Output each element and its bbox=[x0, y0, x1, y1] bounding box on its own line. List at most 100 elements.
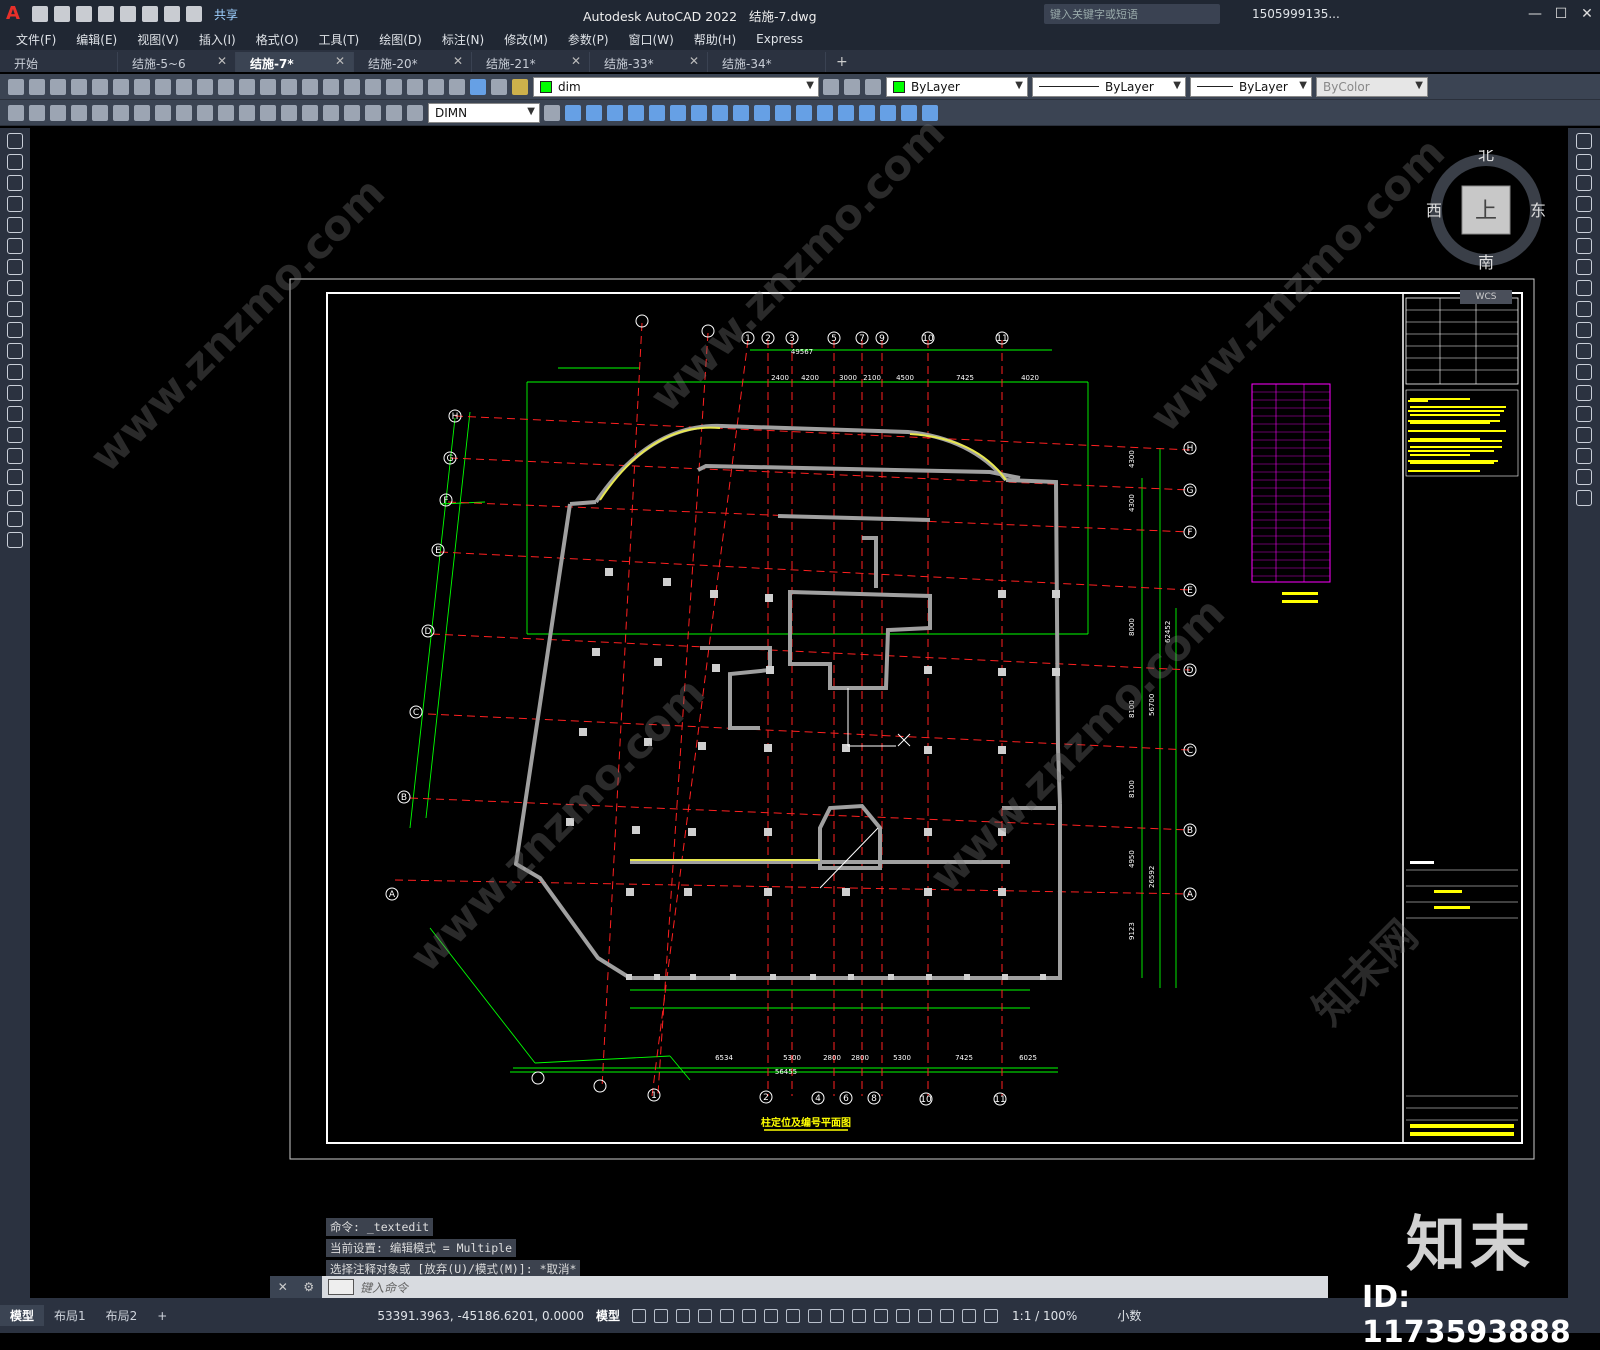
move-icon[interactable] bbox=[1576, 238, 1592, 254]
matchprop-icon[interactable] bbox=[197, 78, 213, 95]
search-input[interactable]: 键入关键字或短语 bbox=[1044, 4, 1220, 24]
dynamic-ucs-icon[interactable] bbox=[896, 1308, 911, 1323]
add-selected-icon[interactable] bbox=[7, 532, 23, 548]
annotation-scale[interactable]: 1:1 / 100% bbox=[1012, 1309, 1077, 1323]
compass-east[interactable]: 东 bbox=[1530, 201, 1546, 220]
jogged-linear-icon[interactable] bbox=[344, 104, 360, 121]
viewcube[interactable]: 上 北 南 东 西 WCS bbox=[1426, 145, 1546, 304]
command-input-bar[interactable]: ✕ ⚙ 键入命令 bbox=[270, 1276, 1328, 1298]
new-icon[interactable] bbox=[8, 78, 24, 95]
layout-tab-1[interactable]: 布局1 bbox=[44, 1305, 96, 1326]
zoom-window-icon[interactable] bbox=[302, 78, 318, 95]
infer-icon[interactable] bbox=[676, 1308, 691, 1323]
dim-diameter-icon[interactable] bbox=[134, 104, 150, 121]
gizmo-icon[interactable] bbox=[940, 1308, 955, 1323]
erase-icon[interactable] bbox=[1576, 133, 1592, 149]
maximize-button[interactable]: ☐ bbox=[1548, 0, 1574, 28]
autocad-logo[interactable]: A bbox=[0, 0, 26, 28]
drawing-canvas[interactable]: 1 2 3 5 7 9 10 11 1 2 4 6 8 10 11 H G F … bbox=[30, 128, 1568, 1278]
make-current-icon[interactable] bbox=[823, 78, 839, 95]
solid-icon-5[interactable] bbox=[649, 104, 665, 121]
solid-icon-8[interactable] bbox=[712, 104, 728, 121]
close-icon[interactable]: ✕ bbox=[278, 1280, 288, 1294]
construction-line-icon[interactable] bbox=[7, 154, 23, 170]
dim-ordinate-icon[interactable] bbox=[71, 104, 87, 121]
tolerance-icon[interactable] bbox=[281, 104, 297, 121]
solid-icon-2[interactable] bbox=[586, 104, 602, 121]
menu-parameters[interactable]: 参数(P) bbox=[568, 31, 609, 48]
menu-dimension[interactable]: 标注(N) bbox=[442, 31, 484, 48]
rectangle-icon[interactable] bbox=[7, 217, 23, 233]
designcenter-icon[interactable] bbox=[365, 78, 381, 95]
polyline-icon[interactable] bbox=[7, 175, 23, 191]
publish-icon[interactable] bbox=[113, 78, 129, 95]
layer-match-icon[interactable] bbox=[865, 78, 881, 95]
layer-dropdown[interactable]: dim ▼ bbox=[533, 76, 819, 97]
inspection-icon[interactable] bbox=[323, 104, 339, 121]
dim-space-icon[interactable] bbox=[239, 104, 255, 121]
offset-icon[interactable] bbox=[1576, 196, 1592, 212]
close-icon[interactable]: ✕ bbox=[453, 54, 463, 68]
minimize-button[interactable]: — bbox=[1522, 0, 1548, 28]
ellipse-arc-icon[interactable] bbox=[7, 343, 23, 359]
dimstyle-icon[interactable] bbox=[544, 104, 560, 121]
add-layout-icon[interactable]: + bbox=[147, 1307, 177, 1325]
menu-format[interactable]: 格式(O) bbox=[256, 31, 299, 48]
publish-icon[interactable] bbox=[120, 6, 136, 22]
menu-modify[interactable]: 修改(M) bbox=[504, 31, 548, 48]
menu-tools[interactable]: 工具(T) bbox=[319, 31, 360, 48]
close-icon[interactable]: ✕ bbox=[571, 54, 581, 68]
layout-tab-2[interactable]: 布局2 bbox=[96, 1305, 148, 1326]
solid-icon-7[interactable] bbox=[691, 104, 707, 121]
menu-file[interactable]: 文件(F) bbox=[16, 31, 56, 48]
layout-tab-model[interactable]: 模型 bbox=[0, 1305, 45, 1326]
mirror-icon[interactable] bbox=[1576, 175, 1592, 191]
dim-baseline-icon[interactable] bbox=[197, 104, 213, 121]
viewcube-top-face[interactable]: 上 bbox=[1475, 199, 1497, 224]
help-icon[interactable] bbox=[470, 78, 486, 95]
selection-filter-icon[interactable] bbox=[918, 1308, 933, 1323]
solid-icon-10[interactable] bbox=[754, 104, 770, 121]
grid-icon[interactable] bbox=[632, 1308, 647, 1323]
3d-osnap-icon[interactable] bbox=[874, 1308, 889, 1323]
share-button[interactable]: 共享 bbox=[214, 6, 238, 23]
preview-icon[interactable] bbox=[92, 78, 108, 95]
dim-break-icon[interactable] bbox=[260, 104, 276, 121]
solid-icon-13[interactable] bbox=[817, 104, 833, 121]
dimstyle-dropdown[interactable]: DIMN ▼ bbox=[428, 102, 540, 123]
wcs-menu[interactable]: WCS bbox=[1460, 290, 1512, 304]
tab-file[interactable]: 结施-5~6 ✕ bbox=[118, 52, 236, 72]
save-icon[interactable] bbox=[50, 78, 66, 95]
layer-state-icon[interactable] bbox=[512, 78, 528, 95]
solid-icon-3[interactable] bbox=[607, 104, 623, 121]
spline-icon[interactable] bbox=[7, 301, 23, 317]
gradient-icon[interactable] bbox=[7, 448, 23, 464]
compass-north[interactable]: 北 bbox=[1478, 145, 1494, 164]
properties-icon[interactable] bbox=[344, 78, 360, 95]
compass-south[interactable]: 南 bbox=[1478, 253, 1494, 272]
solid-icon-12[interactable] bbox=[796, 104, 812, 121]
scale-icon[interactable] bbox=[1576, 280, 1592, 296]
circle-icon[interactable] bbox=[7, 259, 23, 275]
break-point-icon[interactable] bbox=[1576, 364, 1592, 380]
solid-icon-6[interactable] bbox=[670, 104, 686, 121]
solid-icon-4[interactable] bbox=[628, 104, 644, 121]
tab-file[interactable]: 结施-33* ✕ bbox=[590, 52, 708, 72]
explode-icon[interactable] bbox=[1576, 490, 1592, 506]
menu-draw[interactable]: 绘图(D) bbox=[379, 31, 422, 48]
dim-angular-icon[interactable] bbox=[155, 104, 171, 121]
dim-aligned-icon[interactable] bbox=[29, 104, 45, 121]
region-icon[interactable] bbox=[7, 469, 23, 485]
plot-icon[interactable] bbox=[71, 78, 87, 95]
solid-icon-1[interactable] bbox=[565, 104, 581, 121]
break-icon[interactable] bbox=[1576, 385, 1592, 401]
lineweight-dropdown[interactable]: ByLayer ▼ bbox=[1190, 76, 1312, 97]
join-icon[interactable] bbox=[1576, 406, 1592, 422]
extend-icon[interactable] bbox=[1576, 343, 1592, 359]
osnap-tracking-icon[interactable] bbox=[764, 1308, 779, 1323]
undo-icon[interactable] bbox=[218, 78, 234, 95]
dim-edit-icon[interactable] bbox=[365, 104, 381, 121]
saveas-icon[interactable] bbox=[98, 6, 114, 22]
menu-help[interactable]: 帮助(H) bbox=[694, 31, 736, 48]
calculator-icon[interactable] bbox=[449, 78, 465, 95]
